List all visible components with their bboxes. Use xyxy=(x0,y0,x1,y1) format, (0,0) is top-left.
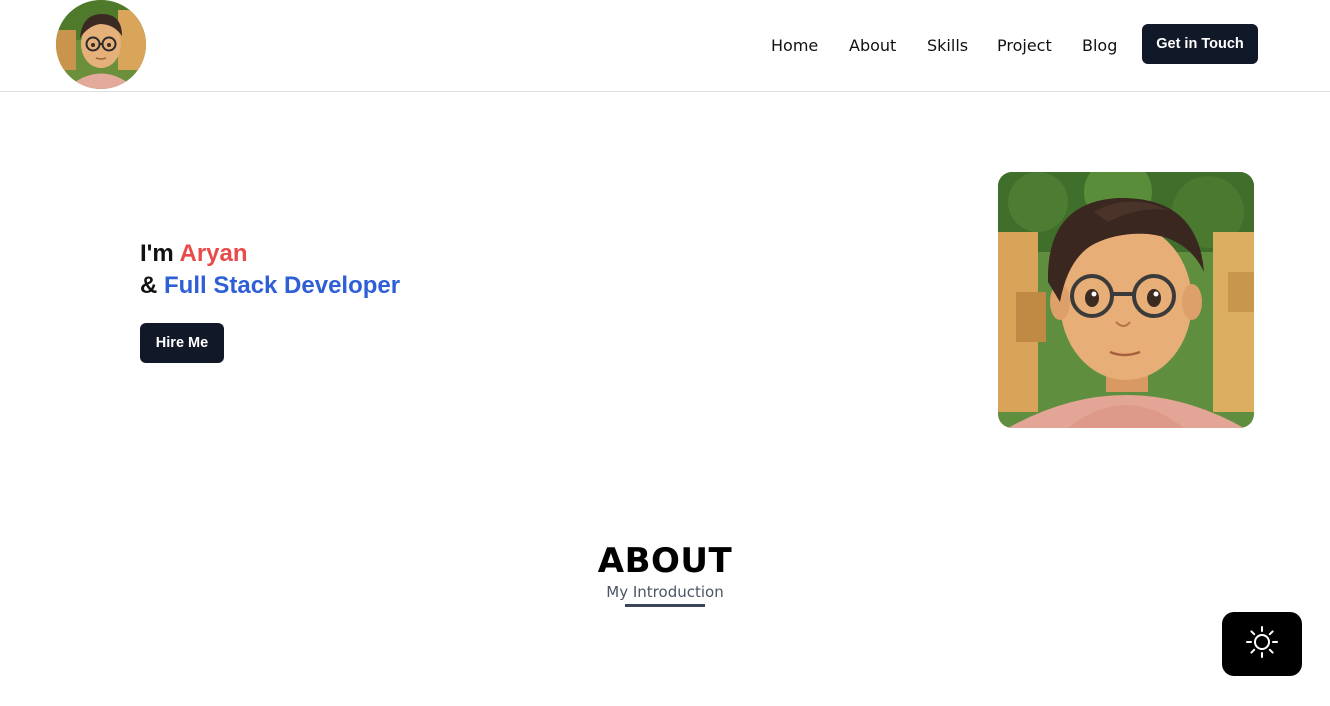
hero-role-line: & Full Stack Developer xyxy=(140,272,400,300)
hero-greeting-line: I'm Aryan xyxy=(140,240,248,268)
about-section-subtitle: My Introduction xyxy=(606,583,724,601)
nav-link-skills[interactable]: Skills xyxy=(927,36,968,55)
sun-icon xyxy=(1245,625,1279,664)
nav-link-project[interactable]: Project xyxy=(997,36,1052,55)
theme-toggle-button[interactable] xyxy=(1222,612,1302,676)
logo-avatar[interactable] xyxy=(56,0,146,89)
about-section-title: ABOUT xyxy=(597,541,733,581)
nav-link-blog[interactable]: Blog xyxy=(1082,36,1117,55)
hire-me-button[interactable]: Hire Me xyxy=(140,323,224,363)
get-in-touch-button[interactable]: Get in Touch xyxy=(1142,24,1258,64)
hero-name: Aryan xyxy=(179,240,248,267)
nav-link-about[interactable]: About xyxy=(849,36,896,55)
hero-greeting: I'm xyxy=(140,240,174,267)
hero-role: Full Stack Developer xyxy=(164,272,401,299)
hero-portrait-image xyxy=(998,172,1254,428)
nav-link-home[interactable]: Home xyxy=(771,36,818,55)
hero-connector: & xyxy=(140,272,158,299)
about-title-underline xyxy=(625,604,705,607)
site-header: Home About Skills Project Blog Get in To… xyxy=(0,0,1330,92)
